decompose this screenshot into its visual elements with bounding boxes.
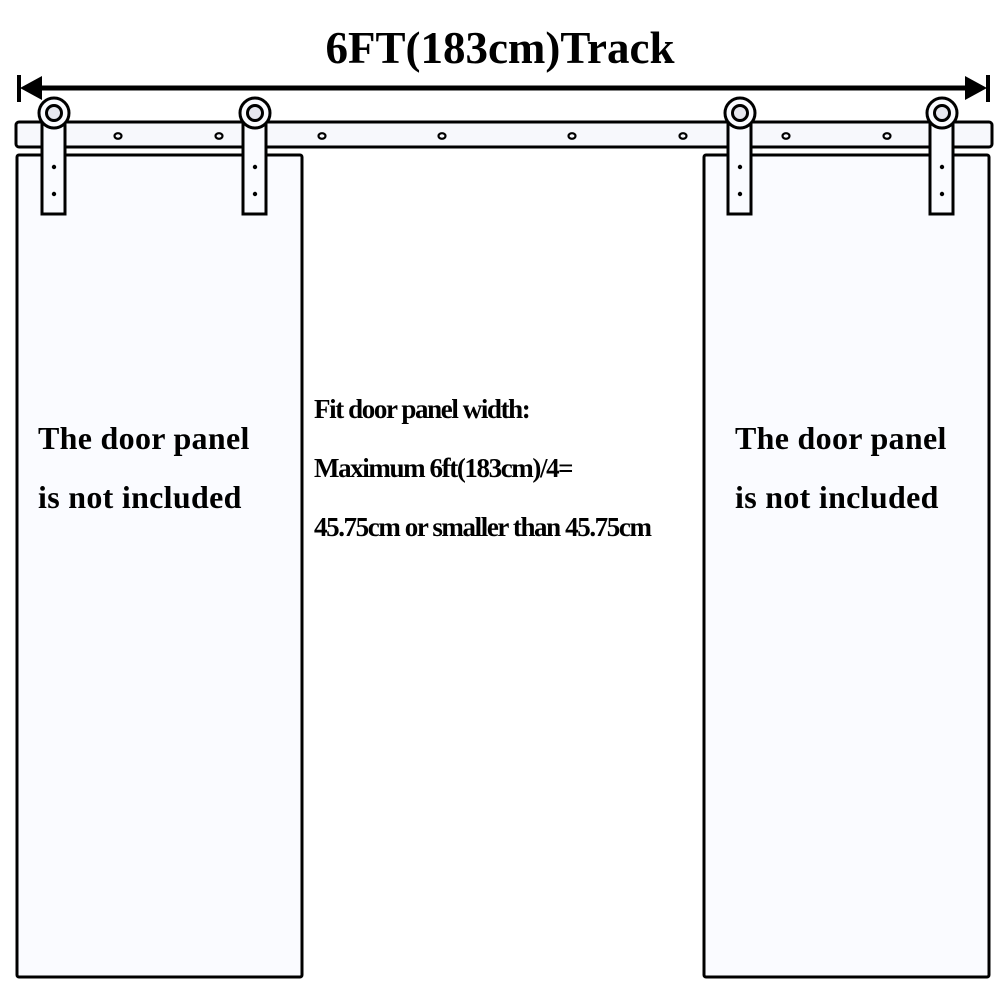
- wheel-hub: [933, 104, 951, 122]
- bolt-icon: [252, 164, 258, 170]
- arrow-head-left: [20, 76, 42, 100]
- wheel-hub: [45, 104, 63, 122]
- roller-hanger: [37, 96, 71, 216]
- wheel-hub: [731, 104, 749, 122]
- track-rail: [14, 120, 994, 149]
- right-panel-text-line2: is not included: [735, 479, 939, 515]
- fit-width-label: Fit door panel width:: [314, 394, 531, 424]
- dimension-arrow: [17, 75, 990, 102]
- bolt-icon: [737, 164, 743, 170]
- roller-hanger: [723, 96, 757, 216]
- left-panel-text-line1: The door panel: [38, 420, 250, 456]
- right-door-panel: [702, 153, 991, 979]
- barn-door-track-diagram: 6FT(183cm)Track The door panel is not in…: [0, 0, 1000, 1000]
- roller-hanger: [925, 96, 959, 216]
- wheel-hub: [246, 104, 264, 122]
- right-panel-text-line1: The door panel: [735, 420, 947, 456]
- max-width-value: 45.75cm or smaller than 45.75cm: [314, 512, 652, 542]
- bolt-icon: [939, 164, 945, 170]
- track-title: 6FT(183cm)Track: [325, 23, 675, 73]
- left-panel-text-line2: is not included: [38, 479, 242, 515]
- bolt-icon: [51, 164, 57, 170]
- roller-hanger: [238, 96, 272, 216]
- max-width-formula: Maximum 6ft(183cm)/4=: [314, 453, 574, 483]
- bolt-icon: [939, 191, 945, 197]
- bolt-icon: [252, 191, 258, 197]
- bolt-icon: [737, 191, 743, 197]
- left-door-panel: [15, 153, 304, 979]
- bolt-icon: [51, 191, 57, 197]
- arrow-head-right: [965, 76, 987, 100]
